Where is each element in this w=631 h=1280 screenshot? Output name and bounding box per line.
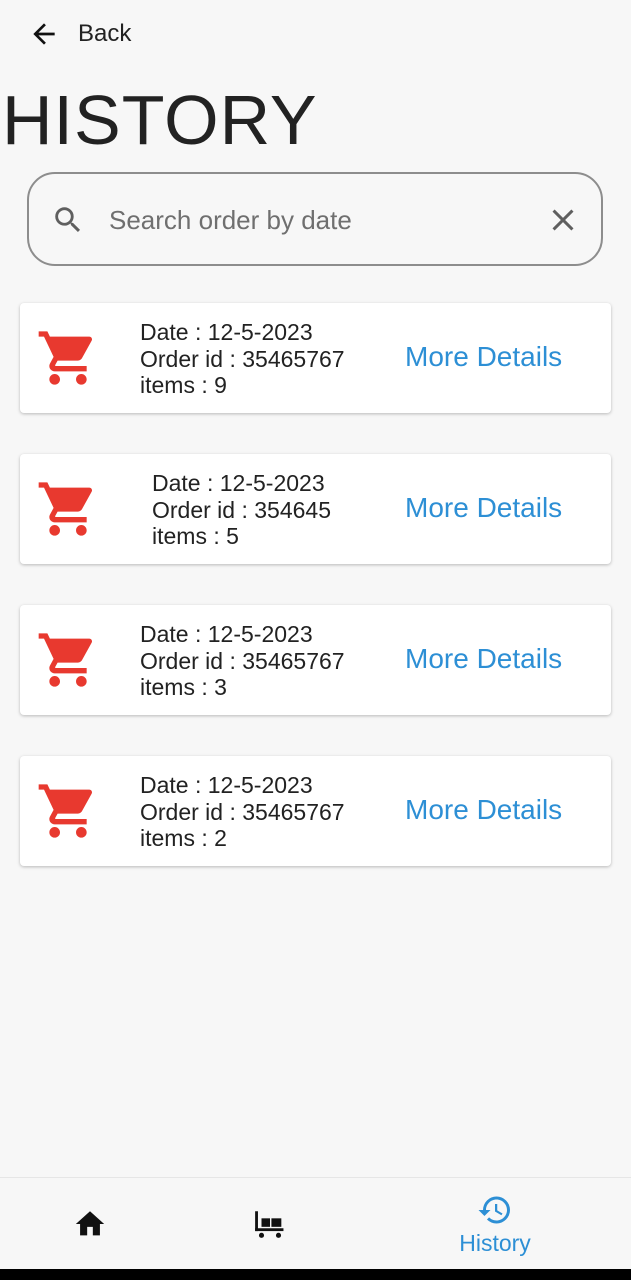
order-info: Date : 12-5-2023 Order id : 35465767 ite… bbox=[140, 319, 345, 399]
order-card: Date : 12-5-2023 Order id : 354645 items… bbox=[20, 454, 611, 564]
shopping-cart-icon bbox=[38, 784, 93, 838]
nav-history[interactable]: History bbox=[440, 1178, 550, 1270]
order-date: Date : 12-5-2023 bbox=[140, 621, 313, 647]
cart-trolley-icon bbox=[255, 1211, 284, 1238]
order-items-count: items : 2 bbox=[140, 825, 227, 851]
shopping-cart-icon bbox=[38, 482, 93, 536]
back-label: Back bbox=[78, 20, 132, 47]
order-info: Date : 12-5-2023 Order id : 354645 items… bbox=[152, 470, 331, 550]
order-card: Date : 12-5-2023 Order id : 35465767 ite… bbox=[20, 303, 611, 413]
top-bar: Back bbox=[0, 0, 631, 72]
order-items-count: items : 5 bbox=[152, 523, 239, 549]
order-items-count: items : 3 bbox=[140, 674, 227, 700]
nav-history-label: History bbox=[459, 1229, 531, 1256]
search-icon bbox=[55, 207, 81, 233]
clear-search-icon[interactable] bbox=[545, 202, 581, 238]
home-icon bbox=[75, 1211, 105, 1236]
order-id: Order id : 35465767 bbox=[140, 798, 345, 825]
order-info: Date : 12-5-2023 Order id : 35465767 ite… bbox=[140, 621, 345, 701]
order-date: Date : 12-5-2023 bbox=[140, 772, 313, 798]
order-date: Date : 12-5-2023 bbox=[140, 319, 313, 345]
order-items-count: items : 9 bbox=[140, 372, 227, 398]
more-details-link[interactable]: More Details bbox=[405, 492, 562, 524]
more-details-link[interactable]: More Details bbox=[405, 341, 562, 373]
arrow-left-icon bbox=[33, 23, 55, 45]
page-title: HISTORY bbox=[2, 81, 318, 159]
search-input[interactable] bbox=[107, 194, 531, 246]
nav-home[interactable] bbox=[50, 1178, 130, 1270]
more-details-link[interactable]: More Details bbox=[405, 643, 562, 675]
back-button[interactable]: Back bbox=[28, 18, 131, 50]
bottom-navigation: History bbox=[0, 1177, 631, 1270]
system-navigation-bar bbox=[0, 1269, 631, 1280]
search-bar bbox=[27, 172, 603, 266]
shopping-cart-icon bbox=[38, 331, 93, 385]
history-icon bbox=[478, 1196, 510, 1223]
order-card: Date : 12-5-2023 Order id : 35465767 ite… bbox=[20, 756, 611, 866]
nav-cart[interactable] bbox=[230, 1178, 310, 1270]
order-card: Date : 12-5-2023 Order id : 35465767 ite… bbox=[20, 605, 611, 715]
order-id: Order id : 35465767 bbox=[140, 345, 345, 372]
order-info: Date : 12-5-2023 Order id : 35465767 ite… bbox=[140, 772, 345, 852]
shopping-cart-icon bbox=[38, 633, 93, 687]
order-date: Date : 12-5-2023 bbox=[152, 470, 325, 496]
order-id: Order id : 35465767 bbox=[140, 647, 345, 674]
more-details-link[interactable]: More Details bbox=[405, 794, 562, 826]
order-id: Order id : 354645 bbox=[152, 496, 332, 523]
